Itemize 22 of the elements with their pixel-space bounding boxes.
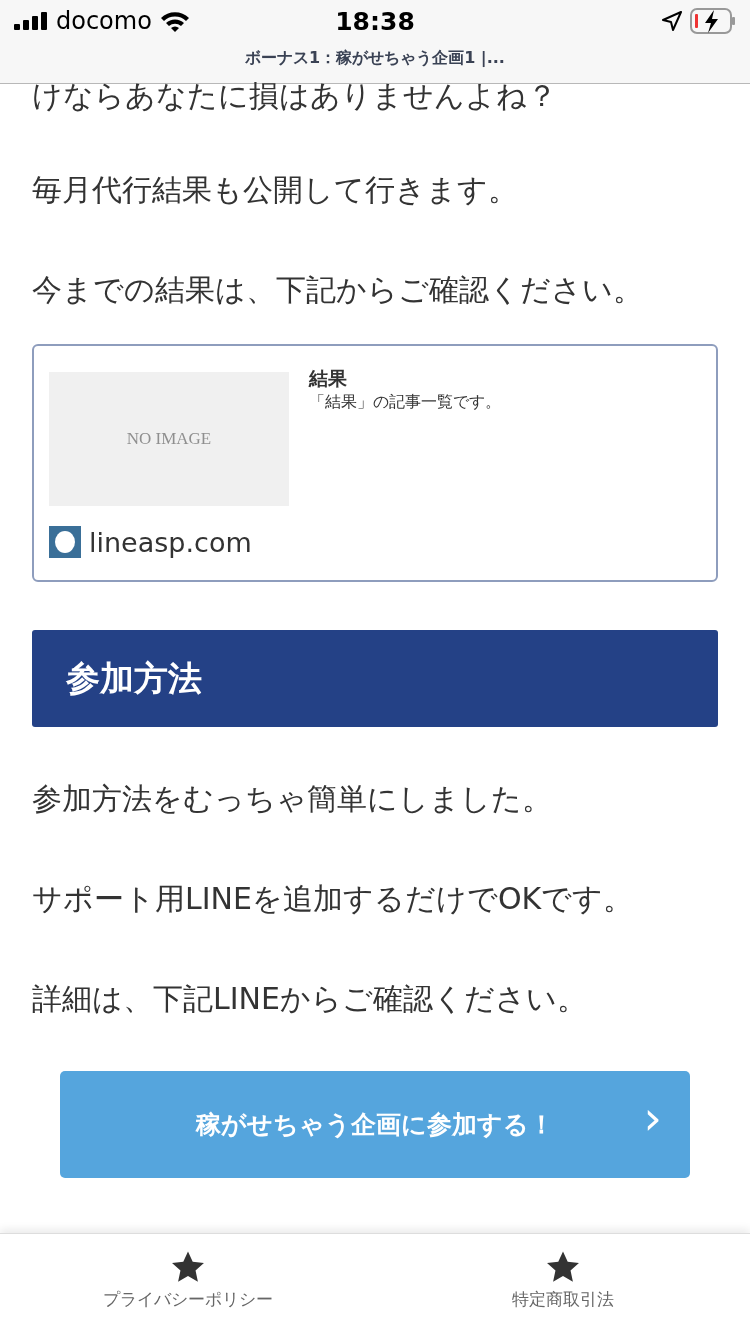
site-favicon-icon [49,526,81,558]
site-domain: lineasp.com [89,526,252,558]
thumbnail-text: NO IMAGE [126,429,212,449]
clock-time: 18:38 [335,6,415,36]
paragraph: サポート用LINEを追加するだけでOKです。 [32,880,635,918]
section-heading: 参加方法 [32,630,718,727]
signal-icon [14,12,48,30]
page-title[interactable]: ボーナス1：稼がせちゃう企画1 |... [0,48,750,69]
paragraph: 今までの結果は、下記からご確認ください。 [32,271,644,309]
location-arrow-icon [662,11,682,31]
wifi-icon [159,10,190,32]
card-description: 「結果」の記事一覧です。 [309,392,501,413]
paragraph: 詳細は、下記LINEからご確認ください。 [32,980,588,1018]
paragraph: 参加方法をむっちゃ簡単にしました。 [32,780,553,818]
carrier-name: docomo [56,7,152,35]
footer-nav-link[interactable]: プライバシーポリシー [0,1234,375,1334]
battery-icon [690,8,736,34]
paragraph: けならあなたに損はありませんよね？ [32,77,558,115]
link-card[interactable]: NO IMAGE 結果 「結果」の記事一覧です。 lineasp.com [32,344,718,582]
footer-nav-link[interactable]: 特定商取引法 [375,1234,750,1334]
paragraph: 毎月代行結果も公開して行きます。 [32,171,519,209]
card-title: 結果 [309,366,348,391]
